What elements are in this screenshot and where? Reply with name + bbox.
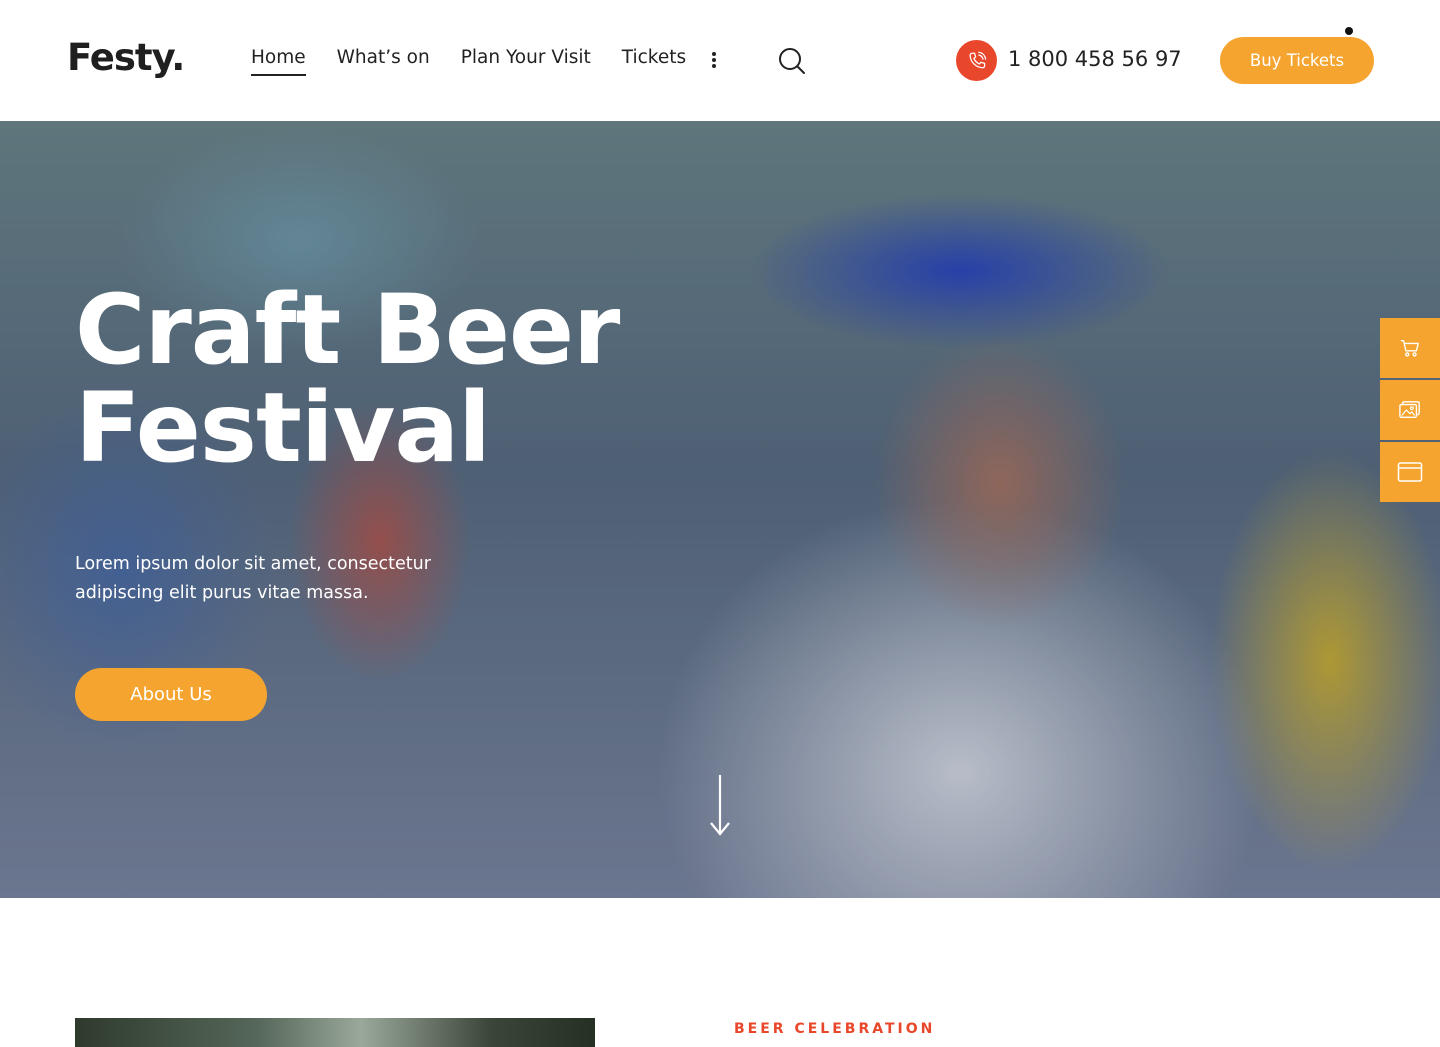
phone-icon [956, 40, 997, 81]
nav-item-tickets[interactable]: Tickets [622, 47, 686, 74]
about-section: BEER CELEBRATION [0, 898, 1440, 1047]
section-eyebrow: BEER CELEBRATION [734, 1021, 936, 1037]
nav-item-whats-on[interactable]: What’s on [337, 47, 430, 74]
nav-item-plan-your-visit[interactable]: Plan Your Visit [461, 47, 591, 74]
cart-icon[interactable] [1380, 318, 1440, 378]
nav-item-home[interactable]: Home [251, 47, 306, 76]
search-icon[interactable] [777, 46, 807, 76]
image-gallery-icon[interactable] [1380, 380, 1440, 440]
cursor-dot [1345, 27, 1353, 35]
arrow-down-icon[interactable] [705, 773, 735, 837]
hero-title-line-2: Festival [75, 372, 491, 484]
site-header: Festy. Home What’s on Plan Your Visit Ti… [0, 0, 1440, 121]
phone-number[interactable]: 1 800 458 56 97 [1008, 47, 1182, 71]
hero-title: Craft Beer Festival [75, 281, 620, 477]
section-image [75, 1018, 595, 1047]
main-nav: Home What’s on Plan Your Visit Tickets [251, 47, 717, 76]
hero-subtitle: Lorem ipsum dolor sit amet, consectetur … [75, 554, 431, 603]
buy-tickets-button[interactable]: Buy Tickets [1220, 37, 1374, 84]
about-us-button[interactable]: About Us [75, 668, 267, 721]
browser-window-icon[interactable] [1380, 442, 1440, 502]
side-toolbar [1380, 318, 1440, 504]
site-logo[interactable]: Festy. [67, 36, 185, 79]
hero-title-line-1: Craft Beer [75, 274, 620, 386]
hero-section: Craft Beer Festival Lorem ipsum dolor si… [0, 121, 1440, 898]
vertical-dots-icon[interactable] [711, 52, 717, 68]
